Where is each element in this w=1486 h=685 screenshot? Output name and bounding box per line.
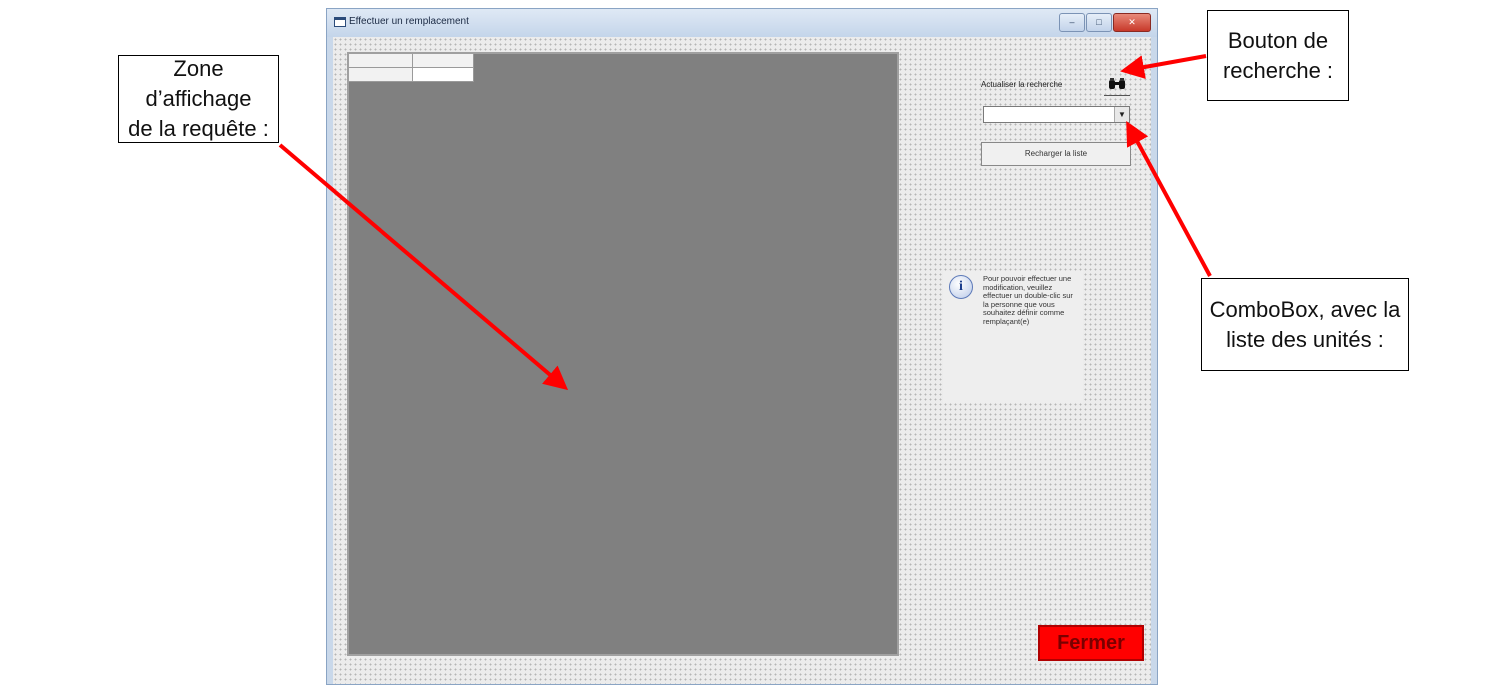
arrow-to-query-zone: [278, 143, 569, 391]
annotation-arrows: [278, 54, 1212, 391]
arrow-to-search-button: [1120, 54, 1207, 79]
arrow-to-combobox: [1126, 120, 1212, 277]
